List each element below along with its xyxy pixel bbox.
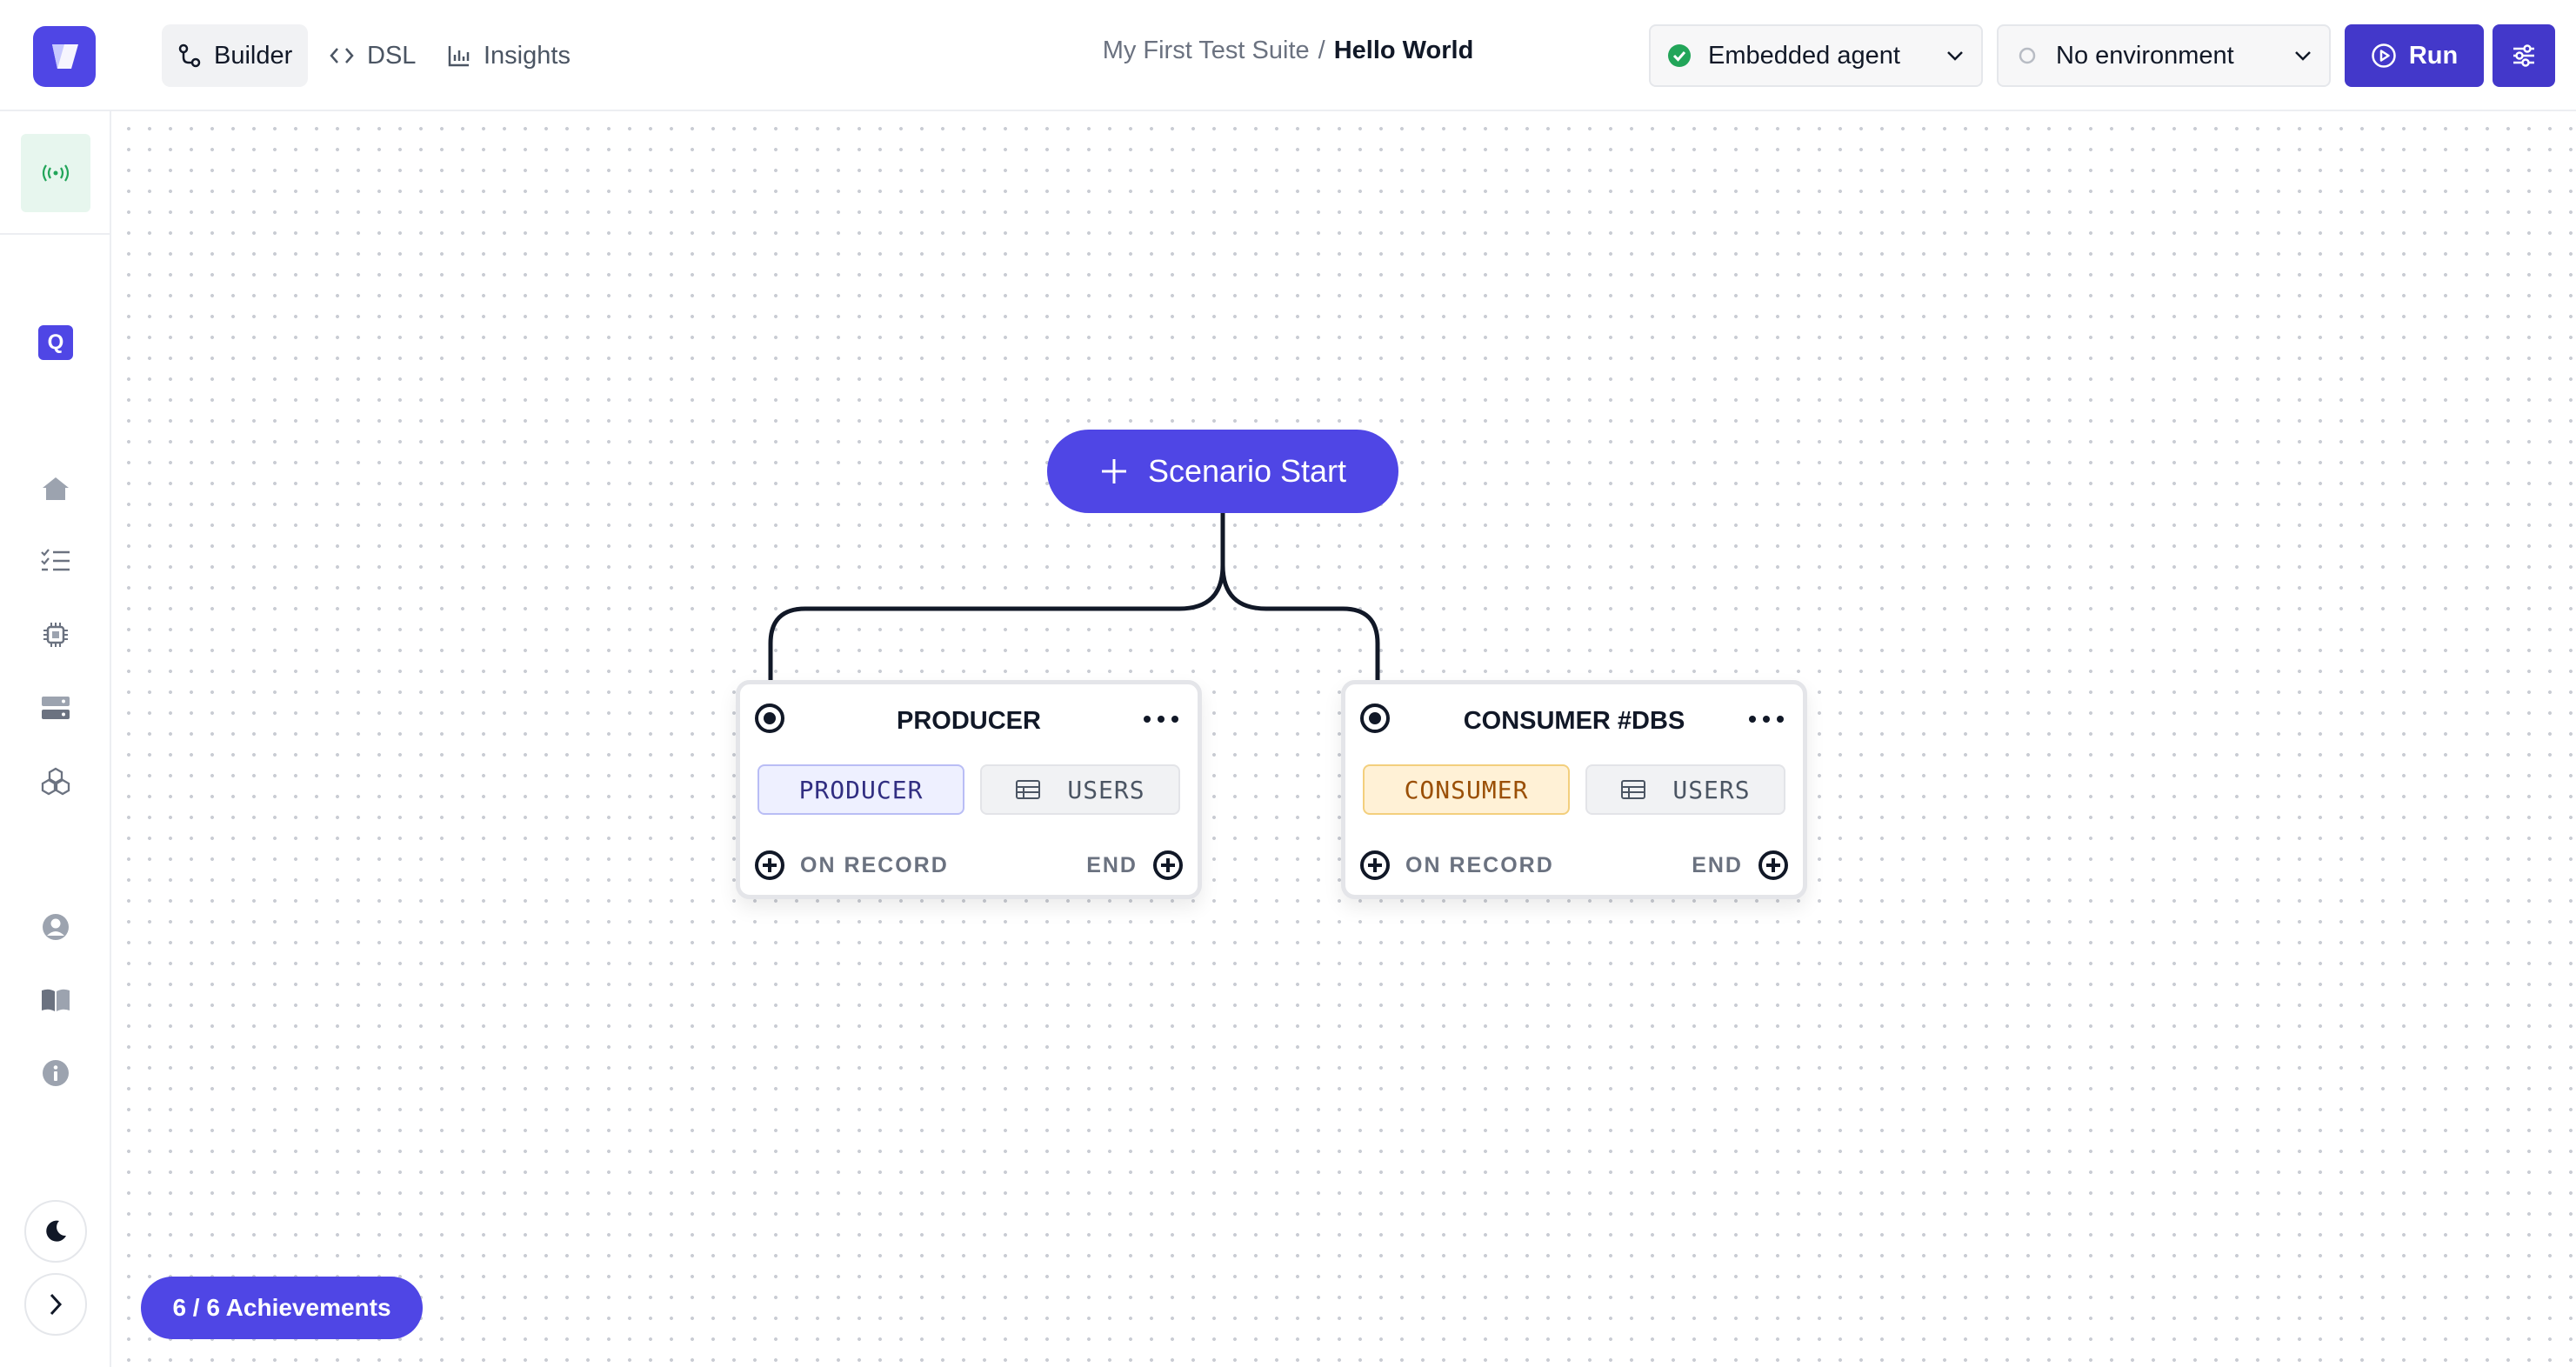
plus-icon <box>1101 459 1126 483</box>
on-record-action[interactable]: ON RECORD <box>1360 848 1554 883</box>
achievements-badge[interactable]: 6 / 6 Achievements <box>141 1277 423 1339</box>
breadcrumb-separator: / <box>1318 37 1325 64</box>
run-button-label: Run <box>2408 41 2459 70</box>
end-action[interactable]: END <box>1692 848 1788 883</box>
table-icon <box>1016 780 1041 799</box>
cubes-icon <box>41 767 70 796</box>
checklist-icon <box>41 549 70 571</box>
end-action[interactable]: END <box>1086 848 1183 883</box>
chevron-right-icon <box>50 1293 63 1316</box>
home-icon <box>43 477 69 500</box>
agent-select[interactable]: Embedded agent <box>1649 24 1983 87</box>
node-source-label: USERS <box>1067 775 1145 804</box>
node-title: CONSUMER #DBS <box>1463 707 1685 735</box>
info-icon <box>43 1060 69 1086</box>
settings-button[interactable] <box>2493 24 2555 87</box>
check-circle-icon <box>1651 43 1708 68</box>
run-button[interactable]: Run <box>2345 24 2484 87</box>
theme-toggle-button[interactable] <box>24 1200 87 1263</box>
sidebar-item-profile[interactable] <box>35 906 77 948</box>
agent-select-label: Embedded agent <box>1708 41 1900 70</box>
on-record-label: ON RECORD <box>800 852 949 877</box>
sidebar: Q <box>0 111 111 1367</box>
moon-icon <box>46 1220 66 1242</box>
scenario-start-node[interactable]: Scenario Start <box>1047 430 1398 513</box>
workspace-badge: Q <box>38 325 73 360</box>
book-icon <box>42 989 70 1011</box>
scenario-start-label: Scenario Start <box>1147 453 1347 489</box>
sidebar-item-agents[interactable] <box>35 614 77 656</box>
sidebar-item-live[interactable] <box>21 134 90 212</box>
end-label: END <box>1692 852 1743 877</box>
node-type-tag: PRODUCER <box>757 764 964 815</box>
node-title: PRODUCER <box>897 707 1041 735</box>
server-icon <box>42 697 70 719</box>
more-options-icon[interactable] <box>1144 709 1178 730</box>
on-record-action[interactable]: ON RECORD <box>755 848 949 883</box>
environment-select-label: No environment <box>2056 41 2234 70</box>
node-source-tag: USERS <box>980 764 1180 815</box>
sliders-icon <box>2513 44 2534 67</box>
sidebar-divider <box>0 233 110 235</box>
top-bar: Builder DSL Insights My First Test Suite… <box>0 0 2576 111</box>
sidebar-item-tests[interactable] <box>35 541 77 583</box>
sidebar-item-docs[interactable] <box>35 979 77 1021</box>
more-options-icon[interactable] <box>1749 709 1784 730</box>
sidebar-item-integrations[interactable] <box>35 760 77 802</box>
sidebar-item-about[interactable] <box>35 1052 77 1094</box>
end-label: END <box>1086 852 1138 877</box>
producer-node[interactable]: PRODUCER PRODUCER USERS ON RECORD END <box>736 680 1202 899</box>
node-source-label: USERS <box>1672 775 1751 804</box>
add-circle-icon <box>755 850 784 880</box>
node-source-tag: USERS <box>1585 764 1785 815</box>
breadcrumb-scenario[interactable]: Hello World <box>1334 37 1474 64</box>
live-broadcast-icon <box>42 164 70 182</box>
consumer-node[interactable]: CONSUMER #DBS CONSUMER USERS ON RECORD E… <box>1341 680 1807 899</box>
on-record-label: ON RECORD <box>1405 852 1554 877</box>
add-circle-icon <box>1360 850 1390 880</box>
add-circle-icon <box>1153 850 1183 880</box>
environment-select[interactable]: No environment <box>1997 24 2331 87</box>
sidebar-item-environments[interactable] <box>35 687 77 729</box>
sidebar-item-home[interactable] <box>35 468 77 510</box>
status-dot-icon <box>1999 46 2056 65</box>
table-icon <box>1621 780 1646 799</box>
chip-icon <box>43 623 68 647</box>
chevron-down-icon <box>2277 50 2329 62</box>
chevron-down-icon <box>1929 50 1981 62</box>
breadcrumb-suite[interactable]: My First Test Suite <box>1103 37 1310 64</box>
workspace-switcher[interactable]: Q <box>35 322 77 363</box>
add-circle-icon <box>1758 850 1788 880</box>
expand-sidebar-button[interactable] <box>24 1273 87 1336</box>
user-icon <box>43 914 69 940</box>
node-type-tag: CONSUMER <box>1363 764 1570 815</box>
play-circle-icon <box>2372 43 2396 68</box>
